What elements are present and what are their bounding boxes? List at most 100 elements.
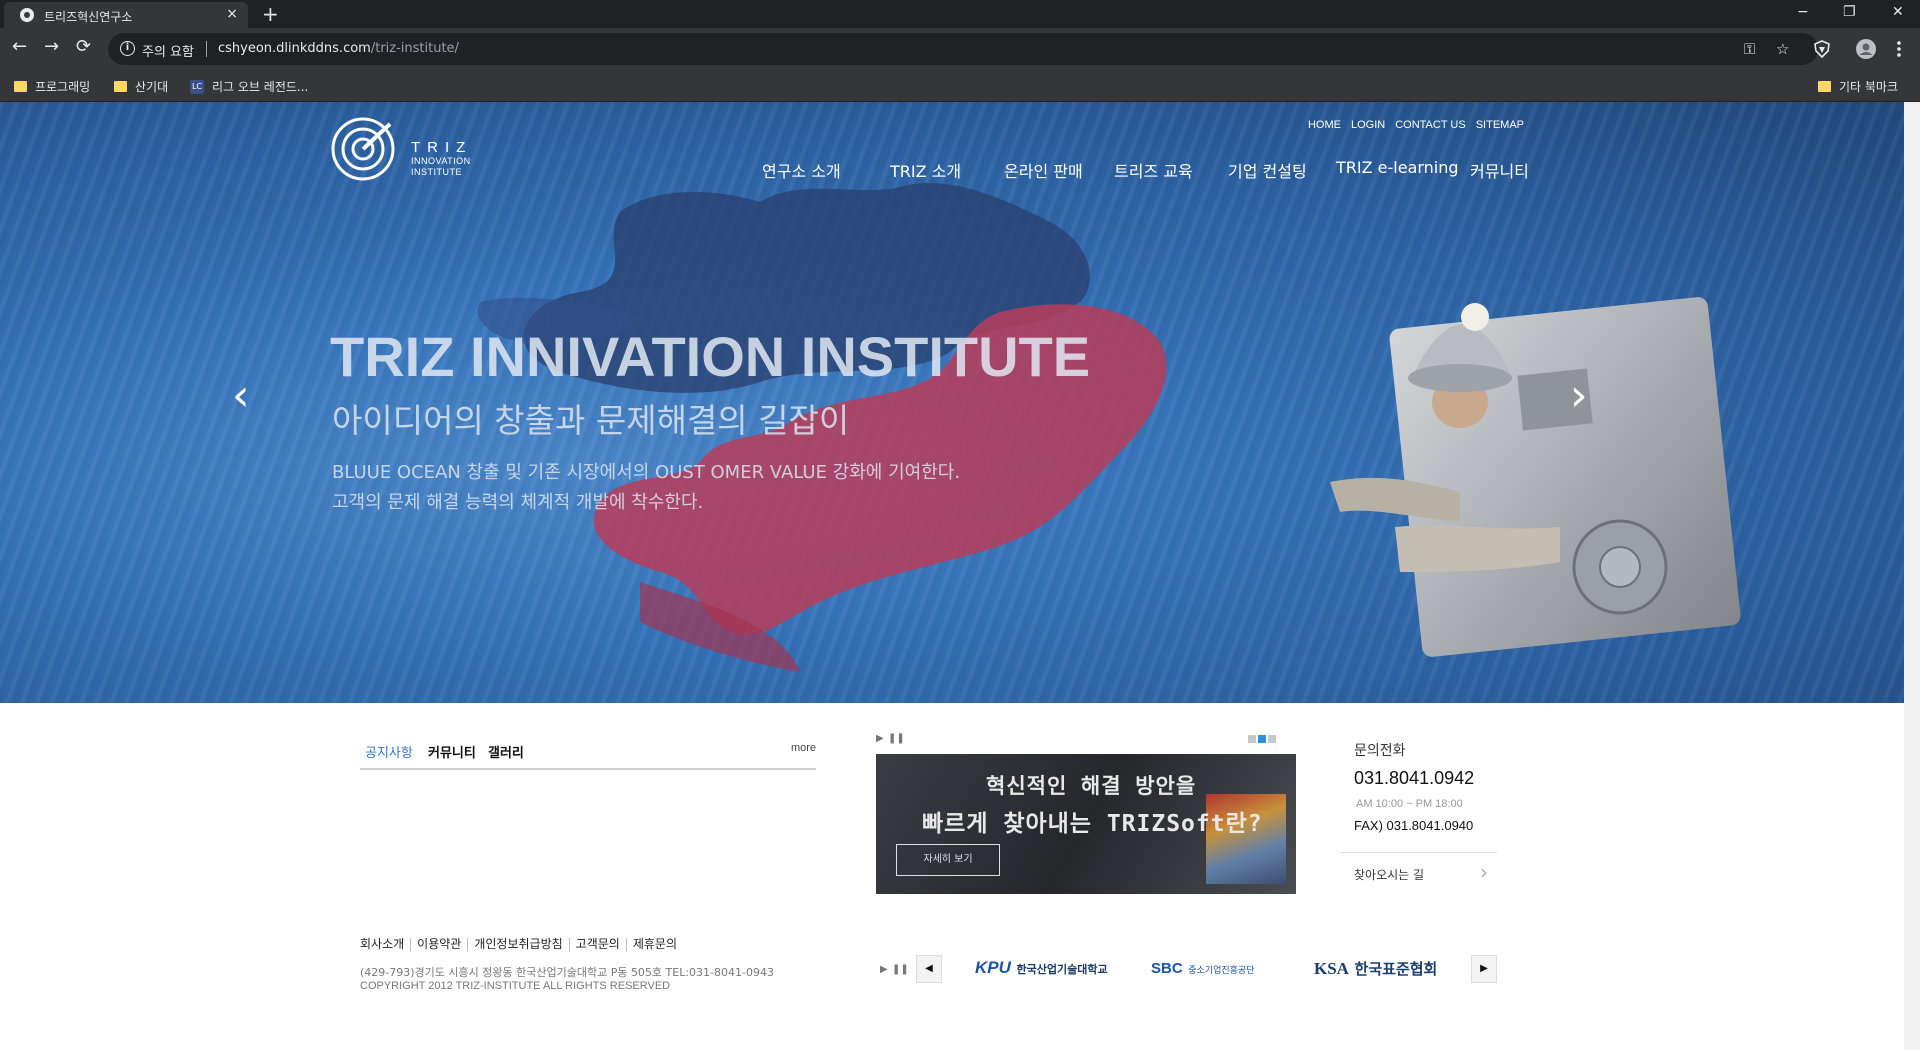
folder-icon xyxy=(114,81,127,92)
folder-icon xyxy=(14,81,27,92)
shield-icon[interactable] xyxy=(1814,40,1830,58)
bookmark-programming[interactable]: 프로그래밍 xyxy=(14,78,90,95)
banner-dot[interactable] xyxy=(1248,735,1256,743)
bookmarks-bar: 프로그래밍 산기대 LC 리그 오브 레전드... 기타 북마크 xyxy=(0,70,1920,102)
hero-title: TRIZ INNIVATION INSTITUTE xyxy=(330,325,1091,388)
divider xyxy=(206,41,207,57)
bookmark-lol[interactable]: LC 리그 오브 레전드... xyxy=(190,78,308,95)
globe-icon xyxy=(20,8,34,22)
menu-triz-intro[interactable]: TRIZ 소개 xyxy=(890,158,961,182)
nav-home[interactable]: HOME xyxy=(1308,119,1341,131)
partner-sbc[interactable]: SBC 중소기업진흥공단 xyxy=(1151,958,1255,977)
footer-copyright: COPYRIGHT 2012 TRIZ-INSTITUTE ALL RIGHTS… xyxy=(360,980,671,992)
contact-hours: AM 10:00 ~ PM 18:00 xyxy=(1356,798,1463,810)
bookmark-sangidae[interactable]: 산기대 xyxy=(114,78,168,95)
contact-fax: FAX) 031.8041.0940 xyxy=(1354,818,1474,833)
tab-notice[interactable]: 공지사항 xyxy=(365,742,413,761)
footer-partnership[interactable]: 제휴문의 xyxy=(627,938,683,951)
new-tab-button[interactable]: + xyxy=(262,2,279,26)
contact-title: 문의전화 xyxy=(1354,743,1406,759)
partner-ksa[interactable]: KSA 한국표준협회 xyxy=(1314,958,1437,979)
key-icon[interactable]: ⚿ xyxy=(1744,40,1755,58)
directions-link[interactable]: 찾아오시는 길 xyxy=(1354,866,1424,883)
partner-kpu[interactable]: KPU 한국산업기술대학교 xyxy=(975,958,1108,978)
security-label: 주의 요함 xyxy=(142,45,194,60)
partner-pause-icon[interactable]: ❚❚ xyxy=(892,964,909,975)
tab-strip: 트리즈혁신연구소 × + − ❐ ✕ xyxy=(0,0,1920,28)
menu-triz-education[interactable]: 트리즈 교육 xyxy=(1114,158,1193,182)
board-tabs: 공지사항 커뮤니티 갤러리 more xyxy=(360,742,816,770)
divider xyxy=(1340,852,1497,853)
footer-company[interactable]: 회사소개 xyxy=(360,938,412,951)
kpu-logo: KPU xyxy=(975,958,1011,977)
address-bar[interactable]: i 주의 요함 cshyeon.dlinkddns.com/triz-insti… xyxy=(108,33,1818,65)
kpu-name: 한국산업기술대학교 xyxy=(1016,963,1108,976)
sbc-logo: SBC xyxy=(1151,960,1183,977)
ksa-logo: KSA xyxy=(1314,959,1349,978)
footer-address: (429-793)경기도 시흥시 정왕동 한국산업기술대학교 P동 505호 T… xyxy=(360,966,774,979)
footer-privacy[interactable]: 개인정보취급방침 xyxy=(468,938,570,951)
hero-subtitle: 아이디어의 창출과 문제해결의 길잡이 xyxy=(332,401,850,440)
footer-terms[interactable]: 이용약관 xyxy=(411,938,469,951)
minimize-icon[interactable]: − xyxy=(1797,4,1809,20)
banner-headline-2: 빠르게 찾아내는 TRIZSoft란? xyxy=(922,811,1263,837)
folder-icon xyxy=(1818,81,1831,92)
banner-pagination xyxy=(1248,735,1276,743)
menu-community[interactable]: 커뮤니티 xyxy=(1470,158,1529,182)
hero-slider: TRIZ INNOVATION INSTITUTE HOME LOGIN CON… xyxy=(0,102,1904,703)
menu-institute-intro[interactable]: 연구소 소개 xyxy=(762,158,841,182)
forward-icon[interactable]: → xyxy=(44,38,59,56)
tab-gallery[interactable]: 갤러리 xyxy=(488,742,524,761)
hero-description: BLUUE OCEAN 창출 및 기존 시장에서의 OUST OMER VALU… xyxy=(332,462,961,483)
info-icon[interactable]: i xyxy=(120,41,135,56)
footer-links: 회사소개 이용약관 개인정보취급방침 고객문의 제휴문의 xyxy=(360,938,683,951)
star-icon[interactable]: ☆ xyxy=(1776,40,1789,58)
profile-icon[interactable] xyxy=(1856,39,1876,59)
partner-next-button[interactable]: ▶ xyxy=(1471,955,1497,983)
nav-contact-us[interactable]: CONTACT US xyxy=(1395,119,1466,131)
banner-detail-button[interactable]: 자세히 보기 xyxy=(896,844,1000,876)
banner-dot-active[interactable] xyxy=(1258,735,1266,743)
slider-prev-icon[interactable]: ‹ xyxy=(232,374,250,418)
browser-toolbar: ← → ⟳ i 주의 요함 cshyeon.dlinkddns.com/triz… xyxy=(0,28,1920,70)
page-scrollbar[interactable] xyxy=(1904,102,1920,1050)
close-icon[interactable]: × xyxy=(226,6,238,22)
browser-tab[interactable]: 트리즈혁신연구소 × xyxy=(4,2,248,28)
hero-description-2: 고객의 문제 해결 능력의 체계적 개발에 착수한다. xyxy=(332,492,704,513)
menu-icon[interactable] xyxy=(1896,40,1902,58)
logo-institute: INSTITUTE xyxy=(411,167,462,177)
utility-nav: HOME LOGIN CONTACT US SITEMAP xyxy=(1308,119,1524,131)
nav-login[interactable]: LOGIN xyxy=(1351,119,1385,131)
menu-online-sales[interactable]: 온라인 판매 xyxy=(1004,158,1083,182)
hero-illustration xyxy=(477,182,1741,672)
chevron-right-icon[interactable]: › xyxy=(1480,860,1488,884)
tab-title: 트리즈혁신연구소 xyxy=(44,10,133,24)
robot-figure xyxy=(1330,297,1741,657)
sbc-name: 중소기업진흥공단 xyxy=(1188,966,1255,976)
triz-logo-icon xyxy=(331,117,395,181)
more-link[interactable]: more xyxy=(791,742,816,754)
menu-consulting[interactable]: 기업 컨설팅 xyxy=(1228,158,1307,182)
footer-inquiry[interactable]: 고객문의 xyxy=(570,938,627,951)
url-text[interactable]: cshyeon.dlinkddns.com/triz-institute/ xyxy=(218,41,459,56)
tab-community[interactable]: 커뮤니티 xyxy=(428,742,476,761)
contact-phone: 031.8041.0942 xyxy=(1354,768,1475,788)
banner-headline: 혁신적인 해결 방안을 xyxy=(986,774,1197,798)
bookmark-other[interactable]: 기타 북마크 xyxy=(1818,78,1898,95)
lol-icon: LC xyxy=(190,79,204,94)
nav-sitemap[interactable]: SITEMAP xyxy=(1476,119,1524,131)
ksa-name: 한국표준협회 xyxy=(1354,960,1438,978)
slider-next-icon[interactable]: › xyxy=(1570,374,1588,418)
menu-e-learning[interactable]: TRIZ e-learning xyxy=(1336,158,1459,177)
back-icon[interactable]: ← xyxy=(12,38,27,56)
partner-prev-button[interactable]: ◀ xyxy=(916,955,942,983)
window-close-icon[interactable]: ✕ xyxy=(1892,4,1904,20)
banner-play-icon[interactable]: ▶ xyxy=(876,733,884,744)
trizsoft-banner[interactable]: 혁신적인 해결 방안을 빠르게 찾아내는 TRIZSoft란? 자세히 보기 xyxy=(876,754,1296,894)
banner-pause-icon[interactable]: ❚❚ xyxy=(888,733,905,744)
partner-play-icon[interactable]: ▶ xyxy=(880,964,888,975)
reload-icon[interactable]: ⟳ xyxy=(76,38,91,56)
logo-innovation: INNOVATION xyxy=(411,156,471,166)
restore-icon[interactable]: ❐ xyxy=(1843,4,1856,20)
banner-dot[interactable] xyxy=(1268,735,1276,743)
